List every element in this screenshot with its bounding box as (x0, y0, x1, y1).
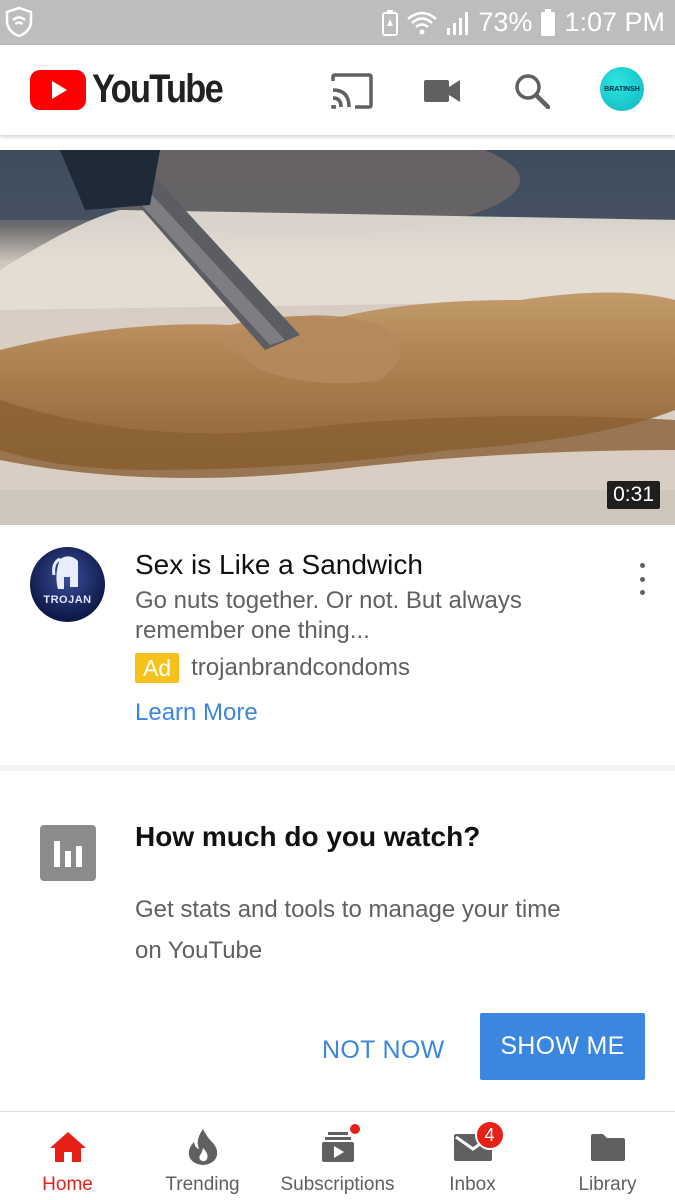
nav-item-inbox[interactable]: 4 Inbox (405, 1112, 540, 1200)
nav-item-library[interactable]: Library (540, 1112, 675, 1200)
status-bar: 73% 1:07 PM (0, 0, 675, 45)
thumbnail-image (0, 150, 675, 525)
ad-title[interactable]: Sex is Like a Sandwich (135, 549, 423, 581)
logo-text: YouTube (92, 67, 224, 111)
nav-label-library: Library (578, 1174, 637, 1195)
ad-channel-name: trojanbrandcondoms (191, 654, 410, 681)
inbox-badge: 4 (474, 1120, 505, 1150)
clock: 1:07 PM (564, 7, 665, 37)
video-camera-icon[interactable] (418, 67, 466, 115)
shield-icon (4, 6, 34, 38)
channel-avatar[interactable]: TROJAN (30, 547, 105, 622)
app-bar: YouTube BRATINSH (0, 45, 675, 135)
nav-label-inbox: Inbox (449, 1174, 496, 1195)
stats-description: Get stats and tools to manage your time … (135, 896, 561, 964)
trojan-helmet-icon (52, 556, 78, 589)
ad-meta: Ad trojanbrandcondoms (135, 653, 410, 683)
learn-more-link[interactable]: Learn More (135, 699, 258, 727)
youtube-logo[interactable]: YouTube (30, 67, 243, 112)
folder-icon (589, 1128, 627, 1166)
avatar-text: BRATINSH (604, 85, 640, 93)
account-avatar[interactable]: BRATINSH (600, 67, 644, 111)
nav-item-home[interactable]: Home (0, 1112, 135, 1200)
battery-percent: 73% (478, 7, 533, 37)
search-icon[interactable] (508, 67, 556, 115)
wifi-icon (406, 10, 438, 36)
youtube-play-icon (30, 69, 86, 110)
flame-icon (187, 1128, 219, 1166)
mail-icon: 4 (453, 1120, 505, 1166)
battery-icon (540, 8, 556, 37)
more-options-icon[interactable] (628, 563, 656, 595)
home-icon (48, 1128, 88, 1166)
video-duration: 0:31 (607, 481, 660, 509)
channel-avatar-text: TROJAN (43, 594, 92, 606)
video-thumbnail[interactable]: 0:31 (0, 150, 675, 525)
nav-item-subscriptions[interactable]: Subscriptions (270, 1112, 405, 1200)
signal-icon (446, 10, 470, 36)
nav-label-home: Home (42, 1174, 93, 1195)
ad-card: TROJAN Sex is Like a Sandwich Go nuts to… (0, 525, 675, 765)
subscriptions-icon (320, 1122, 362, 1166)
nav-label-subscriptions: Subscriptions (280, 1174, 395, 1195)
new-content-dot (347, 1122, 362, 1136)
watch-stats-prompt: How much do you watch? Get stats and too… (0, 771, 675, 1111)
bar-chart-icon (40, 825, 96, 881)
nav-item-trending[interactable]: Trending (135, 1112, 270, 1200)
bottom-navigation: Home Trending Subscriptions 4 Inbox Libr… (0, 1111, 675, 1200)
nav-label-trending: Trending (165, 1174, 240, 1195)
not-now-button[interactable]: NOT NOW (322, 1026, 444, 1074)
battery-saver-icon (382, 9, 399, 36)
ad-badge: Ad (135, 653, 180, 683)
ad-description: Go nuts together. Or not. But always rem… (135, 587, 522, 644)
show-me-button[interactable]: SHOW ME (480, 1013, 645, 1080)
stats-title: How much do you watch? (135, 821, 481, 852)
cast-icon[interactable] (328, 67, 376, 115)
